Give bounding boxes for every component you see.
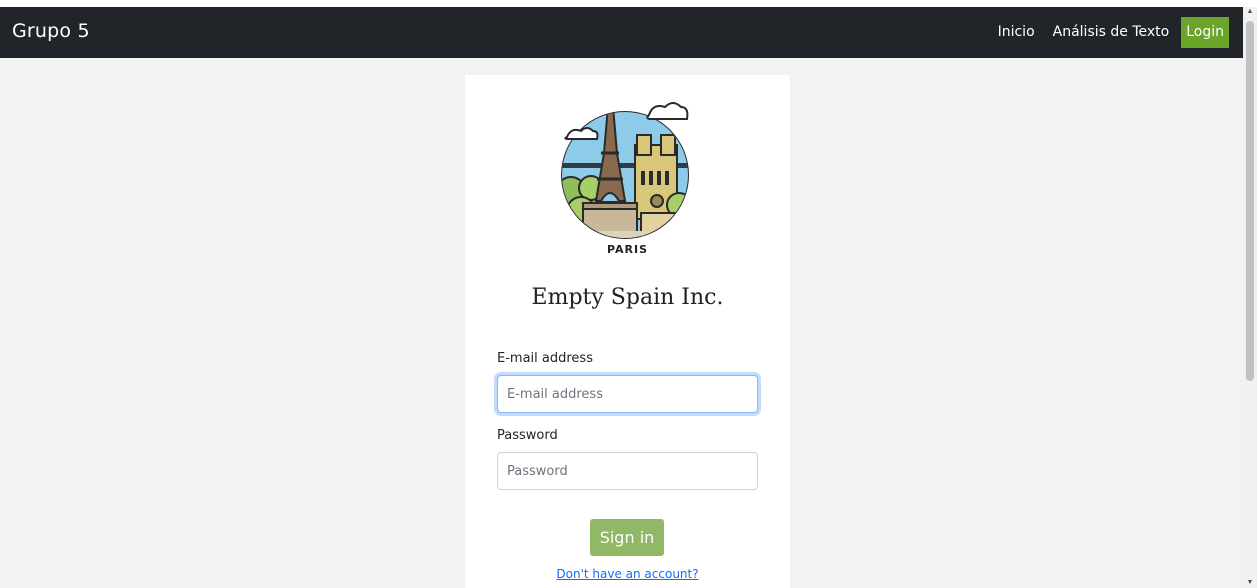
vertical-scrollbar[interactable]: ▲ ▼ [1243,7,1257,588]
page-viewport: Grupo 5 Inicio Análisis de Texto Login P… [0,7,1243,588]
password-label: Password [497,428,558,443]
nav-link-inicio[interactable]: Inicio [998,17,1035,48]
login-card: PARIS Empty Spain Inc. E-mail address Pa… [465,75,790,588]
register-link[interactable]: Don't have an account? [465,567,790,581]
scroll-down-icon[interactable]: ▼ [1243,578,1257,588]
scroll-up-icon[interactable]: ▲ [1243,7,1257,17]
company-name: Empty Spain Inc. [531,285,724,310]
nav-link-analisis-texto[interactable]: Análisis de Texto [1053,17,1170,48]
logo-caption: PARIS [606,243,649,256]
email-input[interactable] [497,375,758,413]
nav-links: Inicio Análisis de Texto Login [980,17,1229,48]
brand-title[interactable]: Grupo 5 [12,20,90,42]
email-label: E-mail address [497,351,593,366]
password-input[interactable] [497,452,758,490]
paris-logo [561,93,695,263]
paris-logo-icon [561,102,689,239]
sign-in-button[interactable]: Sign in [590,519,664,556]
scroll-thumb[interactable] [1246,21,1254,381]
top-navbar: Grupo 5 Inicio Análisis de Texto Login [0,7,1243,58]
nav-link-login[interactable]: Login [1181,17,1229,48]
